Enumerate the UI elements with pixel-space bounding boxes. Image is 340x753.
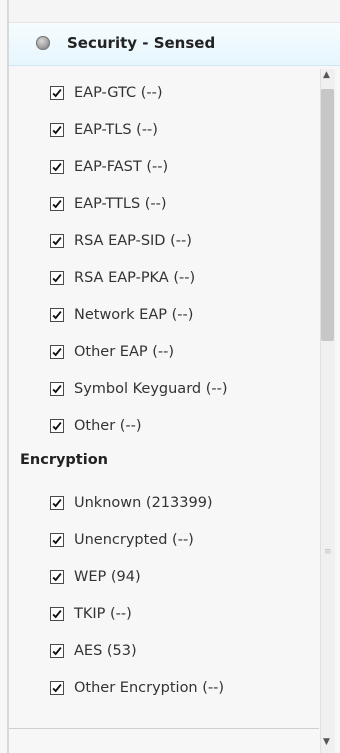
filter-item-tkip[interactable]: TKIP (--) [50,602,132,626]
filter-item-rsa-eap-sid[interactable]: RSA EAP-SID (--) [50,229,192,253]
filter-item-eap-fast[interactable]: EAP-FAST (--) [50,155,168,179]
filter-item-symbol-keyguard[interactable]: Symbol Keyguard (--) [50,377,228,401]
checkbox[interactable] [50,496,64,510]
checkbox[interactable] [50,533,64,547]
scroll-up-arrow-icon[interactable]: ▲ [323,71,330,80]
checkbox[interactable] [50,382,64,396]
checkbox[interactable] [50,345,64,359]
radio-bullet-icon [36,36,50,50]
security-filter-list: EAP-GTC (--) EAP-TLS (--) EAP-FAST (--) … [9,66,331,728]
checkbox[interactable] [50,197,64,211]
filter-item-label: Network EAP (--) [74,307,194,323]
section-title: Security - Sensed [67,34,216,52]
filter-item-label: EAP-TLS (--) [74,122,158,138]
filter-item-label: RSA EAP-SID (--) [74,233,192,249]
list-bottom-divider [9,728,319,729]
filter-item-network-eap[interactable]: Network EAP (--) [50,303,193,327]
filter-item-label: Unknown (213399) [74,495,213,511]
filter-item-rsa-eap-pka[interactable]: RSA EAP-PKA (--) [50,266,195,290]
filter-item-label: WEP (94) [74,569,141,585]
checkbox[interactable] [50,308,64,322]
checkbox[interactable] [50,419,64,433]
filter-item-label: RSA EAP-PKA (--) [74,270,196,286]
filter-item-label: AES (53) [74,643,137,659]
filter-item-eap-tls[interactable]: EAP-TLS (--) [50,118,158,142]
filter-item-wep[interactable]: WEP (94) [50,565,141,589]
filter-item-label: Other (--) [74,418,142,434]
checkbox[interactable] [50,570,64,584]
checkbox[interactable] [50,86,64,100]
scrollbar-thumb[interactable] [321,89,334,341]
filter-item-label: Other Encryption (--) [74,680,225,696]
filter-item-label: Unencrypted (--) [74,532,194,548]
filter-item-label: TKIP (--) [74,606,132,622]
filter-item-unknown[interactable]: Unknown (213399) [50,491,213,515]
filter-item-label: EAP-GTC (--) [74,85,163,101]
filter-item-eap-gtc[interactable]: EAP-GTC (--) [50,81,163,105]
encryption-group-heading: Encryption [20,452,108,468]
scroll-down-arrow-icon[interactable]: ▼ [323,738,330,747]
checkbox[interactable] [50,607,64,621]
checkbox[interactable] [50,681,64,695]
checkbox[interactable] [50,160,64,174]
filter-item-other[interactable]: Other (--) [50,414,142,438]
scrollbar-grip-icon: ≡ [324,547,332,557]
filter-item-label: EAP-TTLS (--) [74,196,167,212]
filter-item-other-eap[interactable]: Other EAP (--) [50,340,174,364]
filter-item-other-encryption[interactable]: Other Encryption (--) [50,676,224,700]
checkbox[interactable] [50,644,64,658]
filter-item-aes[interactable]: AES (53) [50,639,137,663]
checkbox[interactable] [50,123,64,137]
checkbox[interactable] [50,234,64,248]
filter-item-label: Symbol Keyguard (--) [74,381,228,397]
top-strip [9,0,340,23]
filter-item-label: Other EAP (--) [74,344,174,360]
filter-item-label: EAP-FAST (--) [74,159,169,175]
security-sensed-header[interactable]: Security - Sensed [9,23,340,66]
filter-item-unencrypted[interactable]: Unencrypted (--) [50,528,194,552]
filter-item-eap-ttls[interactable]: EAP-TTLS (--) [50,192,167,216]
checkbox[interactable] [50,271,64,285]
